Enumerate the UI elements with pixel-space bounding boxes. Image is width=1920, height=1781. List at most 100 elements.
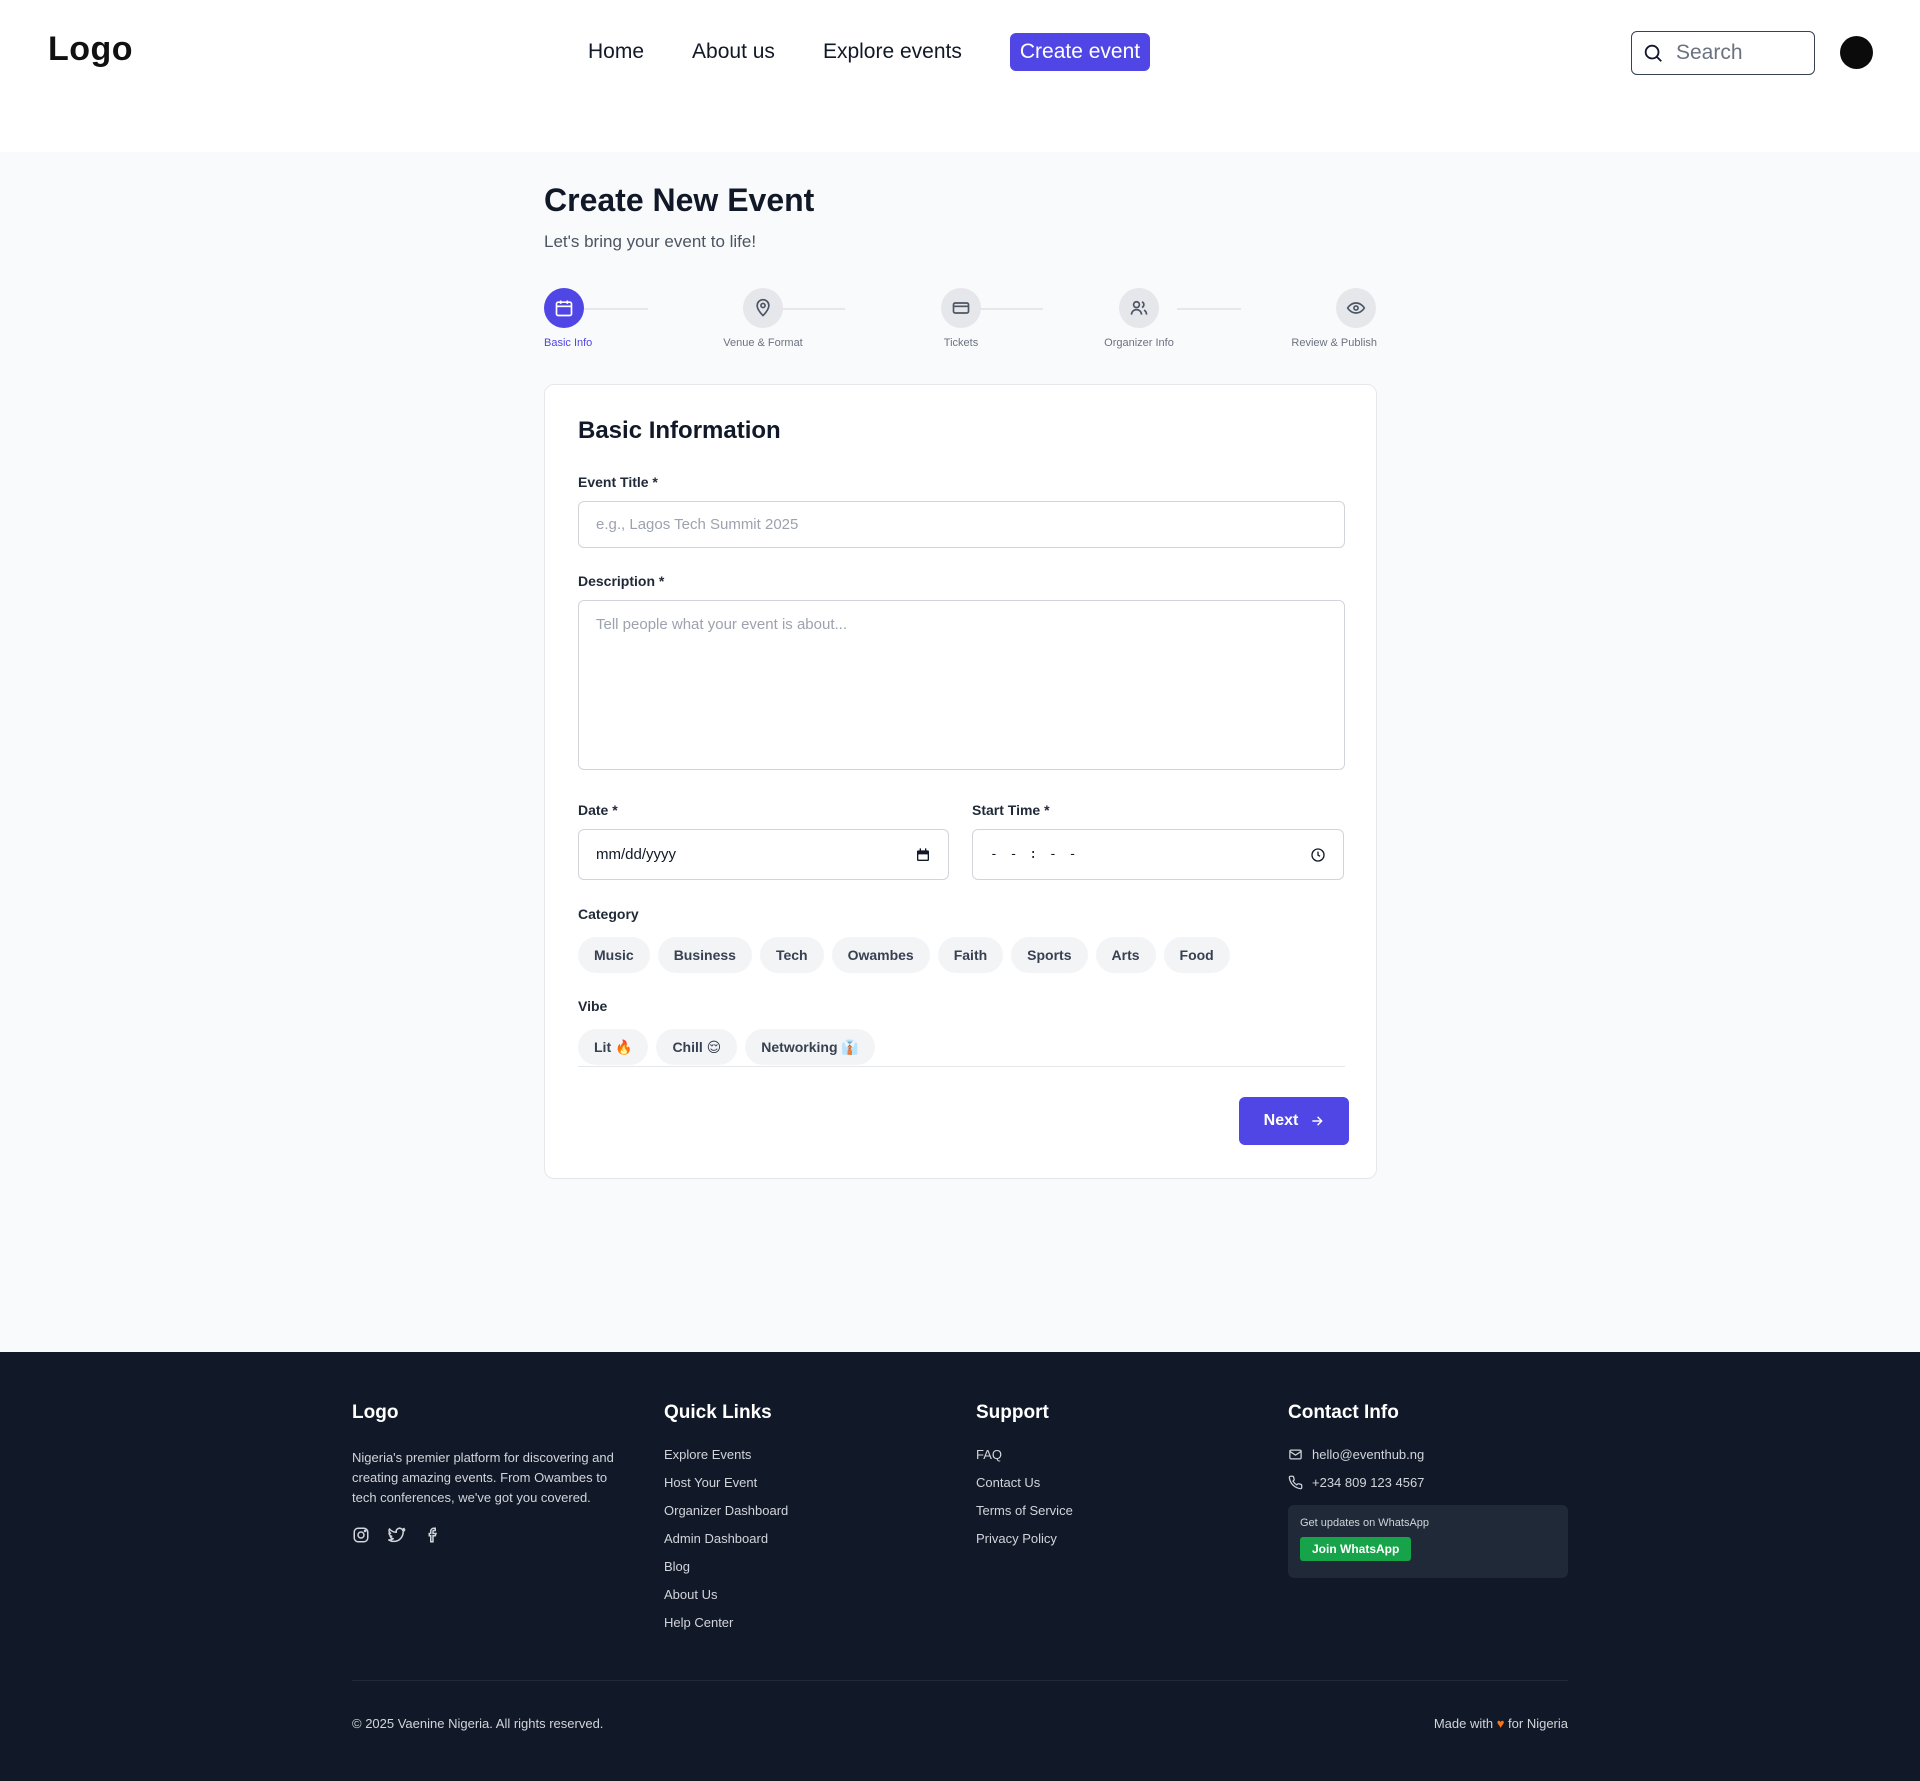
contact-email-text: hello@eventhub.ng <box>1312 1447 1425 1462</box>
step-tickets[interactable]: Tickets <box>916 288 1006 349</box>
description-label: Description * <box>578 573 665 589</box>
category-chip-music[interactable]: Music <box>578 937 650 973</box>
step-circle <box>544 288 584 328</box>
next-button[interactable]: Next <box>1239 1097 1349 1145</box>
vibe-chip-chill[interactable]: Chill 😌 <box>656 1029 738 1065</box>
footer-link-admin-dashboard[interactable]: Admin Dashboard <box>664 1530 788 1547</box>
footer-link-contact-us[interactable]: Contact Us <box>976 1474 1073 1491</box>
footer-link-explore-events[interactable]: Explore Events <box>664 1446 788 1463</box>
form-divider <box>578 1066 1345 1067</box>
search-placeholder: Search <box>1676 41 1743 64</box>
date-input[interactable]: mm/dd/yyyy <box>578 829 949 880</box>
search-box[interactable]: Search <box>1631 31 1815 75</box>
user-avatar[interactable] <box>1840 36 1873 69</box>
step-label: Organizer Info <box>1104 337 1174 349</box>
site-logo[interactable]: Logo <box>48 30 133 69</box>
step-basic-info[interactable]: Basic Info <box>544 288 592 349</box>
whatsapp-box: Get updates on WhatsApp Join WhatsApp <box>1288 1505 1568 1578</box>
support-title: Support <box>976 1402 1049 1423</box>
contact-list: hello@eventhub.ng +234 809 123 4567 <box>1288 1446 1568 1491</box>
next-label: Next <box>1263 1112 1299 1129</box>
twitter-icon[interactable] <box>388 1526 406 1544</box>
made-with-prefix: Made with <box>1433 1716 1494 1731</box>
ticket-icon <box>952 302 970 314</box>
whatsapp-text: Get updates on WhatsApp <box>1300 1517 1430 1529</box>
category-chip-sports[interactable]: Sports <box>1011 937 1088 973</box>
category-chip-food[interactable]: Food <box>1163 937 1230 973</box>
footer-link-organizer-dashboard[interactable]: Organizer Dashboard <box>664 1502 788 1519</box>
footer-about-column: Logo Nigeria's premier platform for disc… <box>352 1402 614 1544</box>
footer-link-blog[interactable]: Blog <box>664 1558 788 1575</box>
contact-phone[interactable]: +234 809 123 4567 <box>1288 1474 1568 1491</box>
contact-phone-text: +234 809 123 4567 <box>1312 1475 1425 1490</box>
page-subtitle: Let's bring your event to life! <box>544 232 757 251</box>
quick-links-list: Explore Events Host Your Event Organizer… <box>664 1446 788 1631</box>
vibe-chip-networking[interactable]: Networking 👔 <box>745 1029 875 1065</box>
users-icon <box>1130 300 1148 315</box>
phone-icon <box>1288 1475 1303 1490</box>
category-chip-business[interactable]: Business <box>657 937 752 973</box>
event-title-label: Event Title * <box>578 474 658 490</box>
nav-explore-events[interactable]: Explore events <box>823 40 962 64</box>
start-time-input[interactable]: - - : - - <box>972 829 1344 880</box>
footer-link-help-center[interactable]: Help Center <box>664 1614 788 1631</box>
step-circle <box>1336 288 1376 328</box>
support-links-list: FAQ Contact Us Terms of Service Privacy … <box>976 1446 1073 1547</box>
category-chip-arts[interactable]: Arts <box>1095 937 1156 973</box>
category-chip-faith[interactable]: Faith <box>937 937 1004 973</box>
footer-logo[interactable]: Logo <box>352 1402 614 1424</box>
step-organizer-info[interactable]: Organizer Info <box>1084 288 1194 349</box>
step-label: Basic Info <box>544 337 593 349</box>
step-label: Tickets <box>943 337 979 349</box>
footer-divider <box>352 1680 1568 1681</box>
date-placeholder: mm/dd/yyyy <box>596 846 677 863</box>
create-event-button[interactable]: Create event <box>1009 33 1151 71</box>
category-chip-owambes[interactable]: Owambes <box>831 937 930 973</box>
page-title: Create New Event <box>544 182 815 218</box>
copyright-text: © 2025 Vaenine Nigeria. All rights reser… <box>352 1716 604 1731</box>
calendar-picker-icon[interactable] <box>915 847 931 863</box>
footer-quick-links-column: Quick Links Explore Events Host Your Eve… <box>664 1402 788 1631</box>
description-textarea[interactable]: Tell people what your event is about... <box>578 600 1345 770</box>
contact-email[interactable]: hello@eventhub.ng <box>1288 1446 1568 1463</box>
category-label: Category <box>578 906 639 922</box>
footer-link-about-us[interactable]: About Us <box>664 1586 788 1603</box>
quick-links-title: Quick Links <box>664 1402 772 1423</box>
basic-info-card: Basic Information Event Title * e.g., La… <box>544 384 1377 1179</box>
nav-about-us[interactable]: About us <box>692 40 775 64</box>
calendar-icon <box>555 300 573 317</box>
vibe-chip-lit[interactable]: Lit 🔥 <box>578 1029 649 1065</box>
join-whatsapp-button[interactable]: Join WhatsApp <box>1300 1537 1412 1561</box>
heart-icon: ♥ <box>1496 1716 1505 1731</box>
social-links <box>352 1526 614 1544</box>
event-title-placeholder: e.g., Lagos Tech Summit 2025 <box>596 516 799 533</box>
map-pin-icon <box>756 298 770 317</box>
contact-title: Contact Info <box>1288 1402 1399 1423</box>
vibe-chips: Lit 🔥 Chill 😌 Networking 👔 <box>578 1029 875 1065</box>
site-header: Logo Home About us Explore events Create… <box>0 0 1920 152</box>
step-review-publish[interactable]: Review & Publish <box>1291 288 1377 349</box>
main-nav: Home About us Explore events Create even… <box>588 33 1151 71</box>
footer-link-terms[interactable]: Terms of Service <box>976 1502 1073 1519</box>
category-chip-tech[interactable]: Tech <box>759 937 824 973</box>
section-title: Basic Information <box>578 417 781 444</box>
footer-link-privacy[interactable]: Privacy Policy <box>976 1530 1073 1547</box>
vibe-label: Vibe <box>578 998 608 1014</box>
eye-icon <box>1346 302 1366 314</box>
footer-contact-column: Contact Info hello@eventhub.ng +234 809 … <box>1288 1402 1568 1578</box>
clock-icon[interactable] <box>1310 847 1326 863</box>
description-placeholder: Tell people what your event is about... <box>596 616 847 633</box>
made-with-suffix: for Nigeria <box>1508 1716 1568 1731</box>
made-with-text: Made with ♥ for Nigeria <box>1434 1716 1568 1731</box>
footer-link-faq[interactable]: FAQ <box>976 1446 1073 1463</box>
event-title-input[interactable]: e.g., Lagos Tech Summit 2025 <box>578 501 1345 548</box>
step-label: Venue & Format <box>723 337 803 349</box>
nav-home[interactable]: Home <box>588 40 644 64</box>
instagram-icon[interactable] <box>352 1526 370 1544</box>
step-circle <box>941 288 981 328</box>
category-chips: Music Business Tech Owambes Faith Sports… <box>578 937 1230 973</box>
facebook-icon[interactable] <box>424 1526 442 1544</box>
stepper: Basic Info Venue & Format Tickets Organi… <box>544 288 1377 358</box>
footer-link-host-event[interactable]: Host Your Event <box>664 1474 788 1491</box>
step-venue-format[interactable]: Venue & Format <box>718 288 808 349</box>
